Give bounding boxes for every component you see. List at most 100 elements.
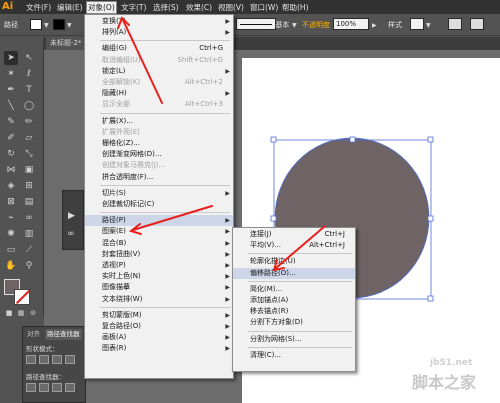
path_submenu-item[interactable]: 偏移路径(O)...: [233, 267, 355, 279]
path-submenu: 连接(J) Ctrl+J 平均(V)... Alt+Ctrl+J 轮廓化描边(U) 偏移路…: [232, 227, 356, 372]
menu-item-label: 编组(G): [102, 44, 127, 53]
tab-pathfinder[interactable]: 路径查找器: [45, 329, 82, 340]
menu-item-label: 创建渐变网格(D)...: [102, 150, 162, 159]
menu-separator: [248, 253, 352, 255]
crop-button[interactable]: [65, 383, 75, 392]
menu-item-shortcut: Alt+Ctrl+3: [184, 100, 223, 109]
chevron-right-icon: ▶: [225, 228, 230, 236]
path_submenu-item[interactable]: 简化(M)...: [233, 284, 355, 295]
chevron-right-icon: ▶: [225, 323, 230, 330]
unite-button[interactable]: [26, 355, 36, 364]
menu-item-label: 封套扭曲(V): [102, 249, 141, 258]
menu-item-label: 创建对象马赛克(J)...: [102, 161, 166, 170]
chevron-right-icon: ▶: [225, 217, 230, 225]
trim-button[interactable]: [39, 383, 49, 392]
chevron-right-icon: ▶: [225, 189, 230, 197]
menu-item-label: 平均(V)...: [250, 241, 281, 250]
play-icon[interactable]: ▶: [68, 211, 75, 221]
path_submenu-item[interactable]: 移去锚点(R): [233, 306, 355, 317]
object_menu-item[interactable]: 剪切蒙版(M) ▶: [85, 310, 233, 321]
object_menu-item[interactable]: 变换(T) ▶: [85, 16, 233, 27]
menu-item-label: 偏移路径(O)...: [250, 268, 296, 277]
menu-item-label: 切片(S): [102, 188, 126, 197]
menu-item-label: 添加锚点(A): [250, 296, 289, 304]
bbox-handle-right[interactable]: [427, 215, 434, 222]
menu-item-shortcut: Ctrl+J: [324, 230, 345, 238]
object_menu-item[interactable]: 扩展(X)...: [85, 116, 233, 127]
chevron-right-icon: ▶: [225, 250, 230, 258]
pathfinder-label: 路径查找器：: [26, 373, 65, 381]
bbox-handle-top-left[interactable]: [270, 136, 277, 143]
menu-item-label: 扩展(X)...: [102, 116, 133, 125]
collapsed-panel: ▶ ∞: [62, 190, 84, 250]
pathfinder-panel: 对齐 路径查找器 形状模式： 路径查找器：: [22, 326, 86, 403]
shape-modes-label: 形状模式：: [26, 345, 59, 353]
object_menu-item[interactable]: 切片(S) ▶: [85, 188, 233, 199]
path_submenu-item[interactable]: 清理(C)...: [233, 350, 355, 361]
menu-separator: [248, 346, 352, 348]
object_menu-item[interactable]: 路径(P) ▶: [85, 215, 233, 227]
object_menu-item: 扩展外观(E): [85, 127, 233, 138]
chevron-right-icon: ▶: [225, 273, 230, 281]
link-icon[interactable]: ∞: [67, 229, 75, 239]
object_menu-item[interactable]: 编组(G) Ctrl+G: [85, 43, 233, 54]
path_submenu-item[interactable]: 连接(J) Ctrl+J: [233, 229, 355, 240]
object_menu-item: 创建对象马赛克(J)...: [85, 160, 233, 171]
menu-item-label: 创建裁切标记(C): [102, 200, 155, 208]
object_menu-item[interactable]: 图像描摹 ▶: [85, 282, 233, 293]
bbox-handle-top[interactable]: [349, 136, 356, 143]
object_menu-item[interactable]: 透视(P) ▶: [85, 260, 233, 271]
path_submenu-item[interactable]: 分割为网格(S)...: [233, 334, 355, 345]
menu-item-label: 图像描摹: [102, 283, 130, 292]
object_menu-item[interactable]: 画板(A) ▶: [85, 332, 233, 343]
tab-align[interactable]: 对齐: [25, 329, 42, 340]
object_menu-item[interactable]: 隐藏(H) ▶: [85, 88, 233, 99]
object_menu-item[interactable]: 混合(B) ▶: [85, 238, 233, 249]
menu-item-label: 实时上色(N): [102, 272, 141, 281]
path_submenu-item[interactable]: 轮廓化描边(U): [233, 256, 355, 267]
bbox-handle-bottom-right[interactable]: [427, 295, 434, 302]
bbox-handle-left[interactable]: [270, 215, 277, 222]
watermark-url: jb51.net: [430, 358, 473, 368]
exclude-button[interactable]: [65, 355, 75, 364]
chevron-right-icon: ▶: [225, 311, 230, 319]
chevron-right-icon: ▶: [225, 345, 230, 353]
watermark: jb51.net 脚本之家: [412, 358, 500, 403]
menu-item-label: 画板(A): [102, 333, 127, 342]
menu-item-label: 轮廓化描边(U): [250, 257, 296, 266]
object_menu-item[interactable]: 封套扭曲(V) ▶: [85, 249, 233, 260]
path_submenu-item[interactable]: 分割下方对象(D): [233, 317, 355, 328]
chevron-right-icon: ▶: [225, 334, 230, 342]
menu-separator: [100, 212, 230, 214]
menu-item-shortcut: Shift+Ctrl+G: [177, 55, 223, 64]
object_menu-item[interactable]: 创建裁切标记(C): [85, 199, 233, 210]
object_menu-item[interactable]: 锁定(L) ▶: [85, 66, 233, 77]
menu-item-label: 连接(J): [250, 230, 272, 238]
divide-button[interactable]: [26, 383, 36, 392]
object_menu-item[interactable]: 栅格化(Z)...: [85, 138, 233, 149]
chevron-right-icon: ▶: [225, 18, 230, 25]
minus-front-button[interactable]: [39, 355, 49, 364]
intersect-button[interactable]: [52, 355, 62, 364]
object_menu-item[interactable]: 实时上色(N) ▶: [85, 271, 233, 282]
merge-button[interactable]: [52, 383, 62, 392]
chevron-right-icon: ▶: [225, 67, 230, 75]
object_menu-item[interactable]: 复合路径(O) ▶: [85, 321, 233, 332]
object_menu-item[interactable]: 排列(A) ▶: [85, 27, 233, 38]
object_menu-item[interactable]: 创建渐变网格(D)...: [85, 149, 233, 160]
object_menu-item[interactable]: 图案(E) ▶: [85, 226, 233, 237]
path_submenu-item[interactable]: 添加锚点(A): [233, 295, 355, 306]
watermark-name: 脚本之家: [412, 373, 477, 392]
bbox-handle-top-right[interactable]: [427, 136, 434, 143]
menu-item-label: 变换(T): [102, 17, 126, 25]
menu-item-label: 复合路径(O): [102, 322, 141, 330]
menu-item-shortcut: Alt+Ctrl+J: [309, 241, 345, 250]
menu-separator: [248, 280, 352, 282]
menu-item-label: 栅格化(Z)...: [102, 139, 140, 147]
menu-item-label: 文本绕排(W): [102, 294, 143, 303]
object_menu-item[interactable]: 拼合透明度(F)...: [85, 172, 233, 183]
menu-item-label: 移去锚点(R): [250, 307, 289, 316]
path_submenu-item[interactable]: 平均(V)... Alt+Ctrl+J: [233, 240, 355, 251]
object_menu-item[interactable]: 图表(R) ▶: [85, 343, 233, 354]
object_menu-item[interactable]: 文本绕排(W) ▶: [85, 294, 233, 305]
